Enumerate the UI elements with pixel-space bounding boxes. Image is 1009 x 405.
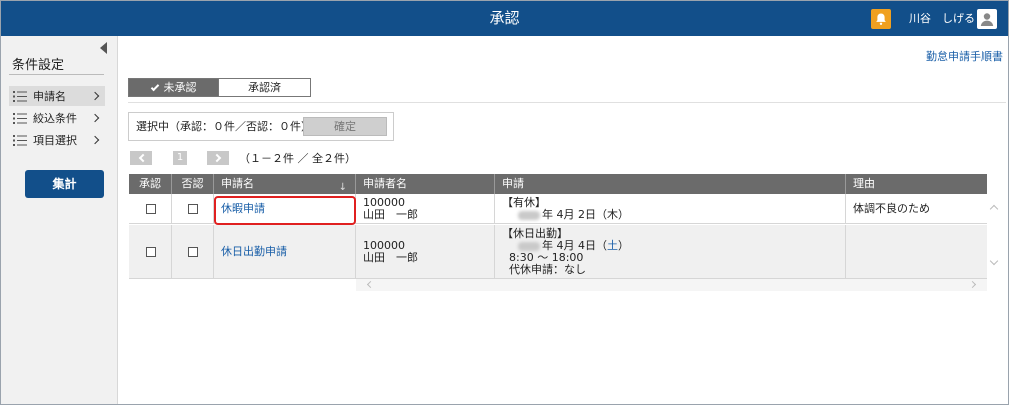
reject-checkbox[interactable]	[188, 247, 198, 257]
reject-cell	[172, 194, 214, 223]
tab-approved[interactable]: 承認済	[219, 78, 311, 97]
highlight-box	[214, 196, 356, 225]
list-icon	[13, 112, 27, 124]
attendance-manual-link[interactable]: 勤怠申請手順書	[926, 48, 1003, 64]
sidebar-title: 条件設定	[12, 58, 65, 73]
reason-cell: 体調不良のため	[846, 194, 987, 223]
application-detail-cell: 【休日出勤】 年 4月 4日（土） 8:30 ～ 18:00 代休申請：なし	[495, 225, 846, 278]
chevron-right-icon	[90, 135, 100, 145]
user-avatar-icon[interactable]	[977, 9, 997, 29]
approve-checkbox[interactable]	[146, 204, 156, 214]
list-icon	[13, 90, 27, 102]
page-info: （１－２件 ／ 全２件）	[239, 152, 356, 165]
reason-text: 体調不良のため	[853, 202, 930, 215]
tab-unapproved[interactable]: 未承認	[128, 78, 219, 97]
sidebar-item-application-name[interactable]: 申請名	[9, 86, 105, 106]
user-name[interactable]: 川谷 しげる	[909, 1, 975, 36]
approve-cell	[129, 194, 172, 223]
selection-count-text: 選択中（承認：０件／否認：０件）	[136, 120, 312, 133]
header-reason: 理由	[853, 177, 875, 190]
list-icon	[13, 134, 27, 146]
redacted-era	[518, 241, 540, 251]
sidebar-item-label: 絞込条件	[33, 112, 77, 125]
table-row: 休日出勤申請 100000 山田 一郎 【休日出勤】 年 4月 4日（土） 8:…	[129, 225, 987, 279]
header-application: 申請	[495, 174, 846, 194]
table-header: 承認 否認 申請名 ↓ 申請者名 申請 理由	[129, 174, 987, 194]
approve-cell	[129, 225, 172, 278]
application-detail-cell: 【有休】 年 4月 2日（木）	[495, 194, 846, 223]
sidebar-item-label: 申請名	[33, 90, 66, 103]
work-date-close: ）	[618, 239, 629, 252]
page-title: 承認	[489, 9, 520, 27]
app-header: 承認 川谷 しげる	[1, 1, 1008, 36]
chevron-right-icon	[212, 153, 221, 163]
tab-label: 承認済	[248, 81, 281, 94]
confirm-button[interactable]: 確定	[303, 117, 387, 136]
divider	[128, 102, 1006, 103]
applicant-cell: 100000 山田 一郎	[356, 225, 495, 278]
header-applicant-name: 申請者名	[356, 174, 495, 194]
reason-cell	[846, 225, 987, 278]
sidebar-item-filter-conditions[interactable]: 絞込条件	[9, 108, 105, 128]
collapse-sidebar-icon[interactable]	[100, 42, 107, 54]
sidebar-item-label: 項目選択	[33, 134, 77, 147]
application-name-link[interactable]: 休日出勤申請	[221, 245, 287, 258]
page-number[interactable]: 1	[173, 151, 187, 165]
reject-cell	[172, 225, 214, 278]
check-icon	[150, 82, 159, 92]
prev-page-button[interactable]	[130, 151, 152, 165]
chevron-right-icon	[90, 113, 100, 123]
scroll-down-icon[interactable]	[989, 256, 999, 266]
approve-checkbox[interactable]	[146, 247, 156, 257]
header-reject: 否認	[172, 174, 214, 194]
sidebar-item-column-select[interactable]: 項目選択	[9, 130, 105, 150]
leave-date-line: 年 4月 2日（木）	[502, 209, 845, 221]
pager: 1 （１－２件 ／ 全２件）	[130, 151, 356, 165]
leave-date: 年 4月 2日（木）	[542, 208, 629, 221]
vertical-scrollbar[interactable]	[987, 194, 1003, 278]
application-name-cell: 休日出勤申請	[214, 225, 356, 278]
aggregate-button[interactable]: 集計	[25, 170, 104, 198]
scroll-left-icon[interactable]	[366, 280, 375, 289]
chevron-left-icon	[138, 153, 147, 163]
applicant-cell: 100000 山田 一郎	[356, 194, 495, 223]
tab-label: 未承認	[163, 81, 197, 94]
substitute-leave: 代休申請：なし	[509, 263, 586, 276]
reject-checkbox[interactable]	[188, 204, 198, 214]
redacted-era	[518, 210, 540, 220]
header-approve: 承認	[129, 174, 172, 194]
scroll-up-icon[interactable]	[989, 204, 999, 214]
sidebar-divider	[9, 74, 104, 75]
next-page-button[interactable]	[207, 151, 229, 165]
scroll-right-icon[interactable]	[968, 280, 977, 289]
work-day-of-week: 土	[607, 239, 618, 252]
sidebar: 条件設定 申請名 絞込条件 項目選択 集計	[1, 36, 118, 404]
bell-icon[interactable]	[871, 9, 891, 29]
applicant-name: 山田 一郎	[363, 208, 418, 221]
header-application-name[interactable]: 申請名 ↓	[214, 174, 356, 194]
header-label: 申請名	[221, 177, 254, 190]
chevron-right-icon	[90, 91, 100, 101]
status-tabs: 未承認 承認済	[128, 78, 311, 97]
selection-panel: 選択中（承認：０件／否認：０件） 確定	[128, 112, 394, 141]
horizontal-scrollbar[interactable]	[356, 279, 987, 291]
applicant-name: 山田 一郎	[363, 251, 418, 264]
